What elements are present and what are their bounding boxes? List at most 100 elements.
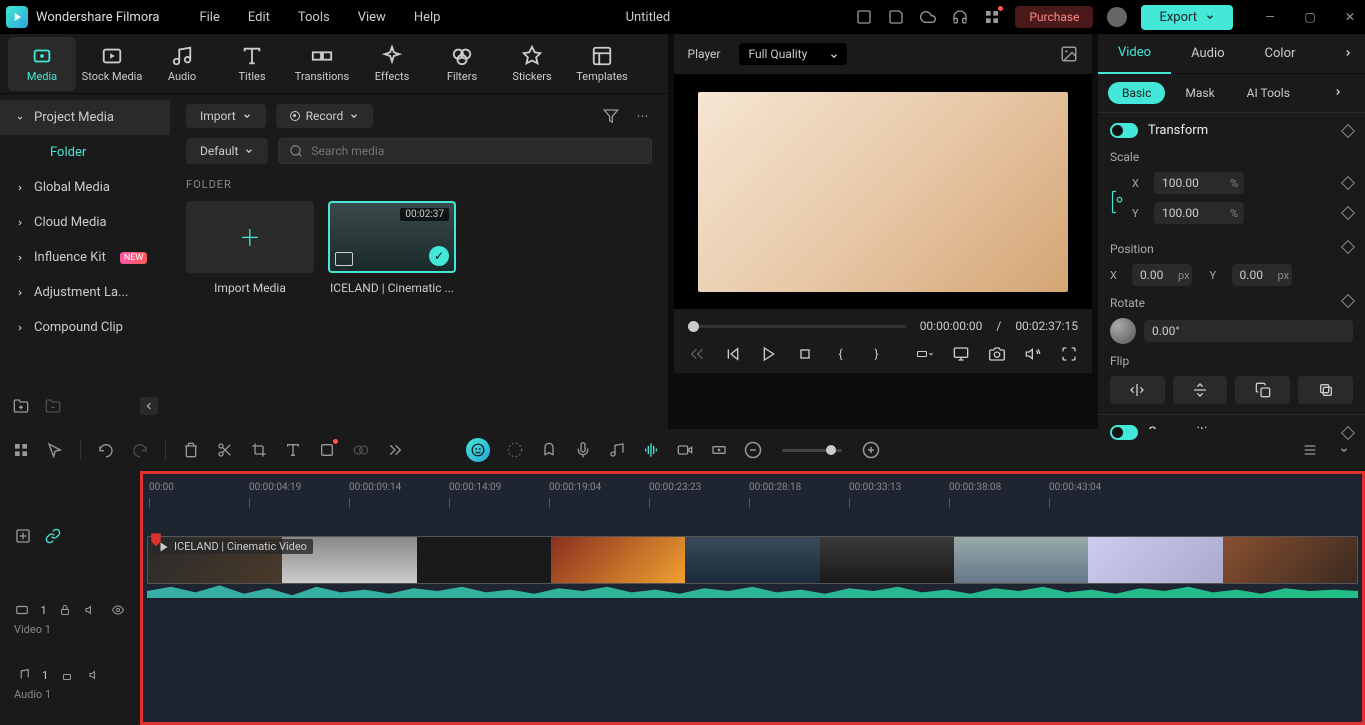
minimize-icon[interactable]: — <box>1261 8 1279 26</box>
pos-x-input[interactable] <box>1132 264 1192 286</box>
render-preview-icon[interactable] <box>676 441 694 459</box>
compositing-keyframe[interactable] <box>1343 428 1353 438</box>
redo-icon[interactable] <box>131 441 149 459</box>
delete-icon[interactable] <box>182 441 200 459</box>
fullscreen-icon[interactable] <box>1060 345 1078 363</box>
tab-media[interactable]: Media <box>8 37 76 91</box>
tab-titles[interactable]: Titles <box>218 37 286 91</box>
paste-button[interactable] <box>1298 376 1353 404</box>
headphone-icon[interactable] <box>951 8 969 26</box>
close-icon[interactable]: ✕ <box>1341 8 1359 26</box>
visibility-icon[interactable] <box>110 601 126 619</box>
audio-waveform[interactable] <box>147 584 1358 598</box>
sidebar-item-global-media[interactable]: Global Media <box>0 170 170 205</box>
new-folder-icon[interactable] <box>12 397 30 415</box>
apps-icon[interactable] <box>983 8 1001 26</box>
mark-out-icon[interactable]: } <box>868 345 886 363</box>
flip-horizontal-button[interactable] <box>1110 376 1165 404</box>
rotate-input[interactable] <box>1144 320 1353 342</box>
tab-audio[interactable]: Audio <box>148 37 216 91</box>
snapshot-icon[interactable] <box>1060 45 1078 63</box>
color-match-icon[interactable] <box>352 441 370 459</box>
props-tab-more-icon[interactable] <box>1331 47 1365 61</box>
tab-effects[interactable]: Effects <box>358 37 426 91</box>
step-back-icon[interactable] <box>724 345 742 363</box>
tab-filters[interactable]: Filters <box>428 37 496 91</box>
collapse-sidebar-icon[interactable] <box>140 397 158 415</box>
menu-edit[interactable]: Edit <box>248 10 270 25</box>
cursor-icon[interactable] <box>46 441 64 459</box>
mute-icon[interactable] <box>83 601 99 619</box>
menu-view[interactable]: View <box>358 10 386 25</box>
more-icon[interactable]: ⋯ <box>634 107 652 125</box>
subtab-more-icon[interactable] <box>1321 86 1355 100</box>
audio-mixer-icon[interactable] <box>608 441 626 459</box>
layout-icon[interactable] <box>855 8 873 26</box>
props-tab-audio[interactable]: Audio <box>1171 34 1244 74</box>
sidebar-item-influence-kit[interactable]: Influence KitNEW <box>0 240 170 275</box>
subtab-ai-tools[interactable]: AI Tools <box>1235 82 1302 104</box>
camera-icon[interactable] <box>988 345 1006 363</box>
split-icon[interactable] <box>216 441 234 459</box>
position-keyframe[interactable] <box>1343 242 1353 256</box>
playhead-icon[interactable] <box>149 532 163 553</box>
add-track-icon[interactable] <box>14 527 32 545</box>
delete-folder-icon[interactable] <box>44 397 62 415</box>
timeline-clip[interactable]: ICELAND | Cinematic Video <box>147 536 1358 584</box>
lock-aspect-icon[interactable] <box>1110 187 1126 217</box>
scale-x-input[interactable] <box>1154 172 1244 194</box>
cloud-icon[interactable] <box>919 8 937 26</box>
sidebar-item-cloud-media[interactable]: Cloud Media <box>0 205 170 240</box>
menu-help[interactable]: Help <box>414 10 441 25</box>
sidebar-item-adjustment-layer[interactable]: Adjustment La... <box>0 275 170 310</box>
scale-y-input[interactable] <box>1154 202 1244 224</box>
avatar[interactable] <box>1107 7 1127 27</box>
rotate-knob[interactable] <box>1110 318 1136 344</box>
snapshot-icon-tl[interactable] <box>710 441 728 459</box>
zoom-out-icon[interactable] <box>744 441 762 459</box>
props-tab-video[interactable]: Video <box>1098 34 1171 74</box>
sort-dropdown[interactable]: Default <box>186 138 268 164</box>
audio-track-icon[interactable] <box>14 666 32 684</box>
copy-button[interactable] <box>1235 376 1290 404</box>
import-dropdown[interactable]: Import <box>186 104 266 128</box>
adjust-icon[interactable] <box>506 441 524 459</box>
ai-assistant-icon[interactable] <box>466 438 490 462</box>
timeline-canvas[interactable]: 00:0000:00:04:1900:00:09:1400:00:14:0900… <box>140 471 1365 725</box>
display-icon[interactable] <box>952 345 970 363</box>
tab-templates[interactable]: Templates <box>568 37 636 91</box>
scale-y-keyframe[interactable] <box>1343 208 1353 218</box>
save-icon[interactable] <box>887 8 905 26</box>
preview-canvas[interactable] <box>674 74 1092 309</box>
volume-icon[interactable] <box>1024 345 1042 363</box>
sidebar-item-folder[interactable]: Folder <box>0 135 170 170</box>
speed-icon[interactable] <box>318 441 336 459</box>
video-track-icon[interactable] <box>14 601 30 619</box>
audio-stretch-icon[interactable] <box>642 441 660 459</box>
export-button[interactable]: Export <box>1141 5 1233 30</box>
prev-frame-icon[interactable] <box>688 345 706 363</box>
media-clip-iceland[interactable]: 00:02:37 ✓ ICELAND | Cinematic ... <box>328 201 456 295</box>
tab-stickers[interactable]: Stickers <box>498 37 566 91</box>
zoom-slider[interactable] <box>782 449 842 452</box>
undo-icon[interactable] <box>97 441 115 459</box>
track-manager-icon[interactable] <box>12 441 30 459</box>
view-options-icon[interactable] <box>1335 441 1353 459</box>
mute-icon-audio[interactable] <box>86 666 104 684</box>
zoom-fit-icon[interactable] <box>1301 441 1319 459</box>
text-icon[interactable] <box>284 441 302 459</box>
transform-keyframe-icon[interactable] <box>1343 126 1353 136</box>
lock-icon-audio[interactable] <box>58 666 76 684</box>
quality-dropdown[interactable]: Full Quality <box>739 43 848 65</box>
subtab-basic[interactable]: Basic <box>1108 82 1165 104</box>
tab-stock-media[interactable]: Stock Media <box>78 37 146 91</box>
more-tools-icon[interactable] <box>386 441 404 459</box>
purchase-button[interactable]: Purchase <box>1015 6 1093 28</box>
menu-tools[interactable]: Tools <box>298 10 330 25</box>
sidebar-item-project-media[interactable]: Project Media <box>0 100 170 135</box>
link-track-icon[interactable] <box>44 527 62 545</box>
voiceover-icon[interactable] <box>574 441 592 459</box>
scrubber[interactable] <box>688 325 906 328</box>
transform-toggle[interactable] <box>1110 123 1138 138</box>
clip-mode-icon[interactable] <box>916 345 934 363</box>
